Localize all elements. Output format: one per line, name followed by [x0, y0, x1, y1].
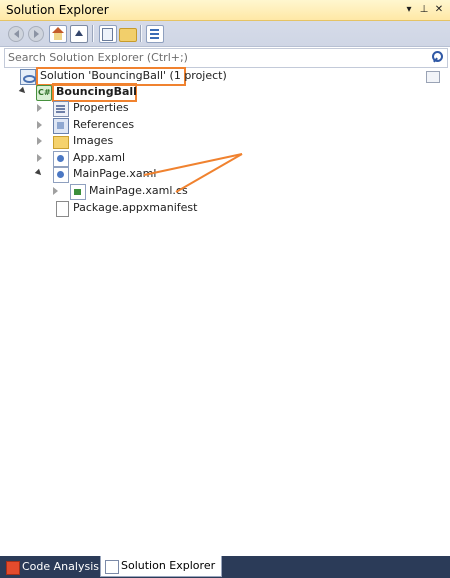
- annotation-arrows: [143, 153, 243, 193]
- bottom-tab-bar: Code Analysis Solution Explorer: [0, 556, 450, 578]
- folder-icon[interactable]: [119, 28, 137, 42]
- forward-arrow-icon[interactable]: [28, 26, 44, 42]
- tab-solution-explorer[interactable]: Solution Explorer: [100, 556, 223, 577]
- dropdown-arrow-icon[interactable]: ▾: [402, 3, 416, 17]
- panel-title: Solution Explorer: [6, 3, 109, 17]
- toolbar-separator: [92, 25, 93, 42]
- search-box[interactable]: Search Solution Explorer (Ctrl+;): [4, 48, 448, 68]
- search-placeholder: Search Solution Explorer (Ctrl+;): [8, 51, 188, 64]
- properties-icon[interactable]: [146, 25, 164, 43]
- solution-tree: Solution 'BouncingBall' (1 project) Boun…: [0, 67, 450, 548]
- home-icon[interactable]: [49, 25, 67, 43]
- annotation-line-top: [143, 153, 243, 176]
- pin-icon[interactable]: ⊥: [417, 3, 431, 17]
- close-icon[interactable]: ✕: [432, 3, 446, 17]
- back-arrow-icon[interactable]: [8, 26, 24, 42]
- pages-icon[interactable]: [99, 25, 117, 43]
- title-bar: Solution Explorer ▾ ⊥ ✕: [0, 0, 450, 21]
- tab-label: Code Analysis: [22, 560, 99, 573]
- tab-label: Solution Explorer: [121, 559, 216, 572]
- toolbar: [0, 21, 450, 47]
- tab-code-analysis[interactable]: Code Analysis: [2, 557, 105, 576]
- toolbar-separator: [140, 25, 141, 42]
- annotation-line-bottom: [175, 153, 243, 193]
- solution-explorer-icon: [105, 560, 119, 574]
- solution-explorer-panel: Solution Explorer ▾ ⊥ ✕ Search Solution …: [0, 0, 450, 556]
- collapse-icon[interactable]: [70, 25, 88, 43]
- search-icon[interactable]: [432, 51, 443, 62]
- code-analysis-icon: [6, 561, 20, 575]
